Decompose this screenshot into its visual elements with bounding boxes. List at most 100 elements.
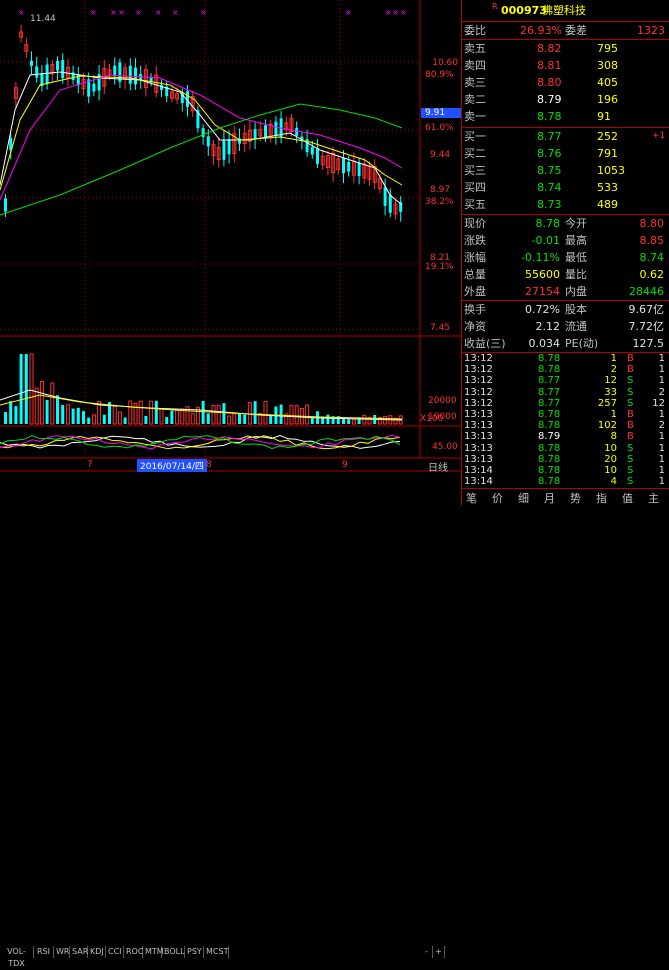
volume-bar — [305, 404, 310, 425]
finance-value: 0.72% — [525, 303, 560, 316]
indicator-tab-psy[interactable]: PSY — [185, 946, 204, 958]
volume-bar — [383, 416, 388, 425]
kline-chart-area[interactable]: × × × × × × × × × × × × 11.44 10.60 80.9% 9.44 61.0… — [0, 0, 461, 968]
month-label: 8 — [206, 460, 212, 470]
tick-side: S — [627, 465, 634, 476]
current-price-tag: 9.91 — [421, 108, 461, 118]
level-label: 卖一 — [464, 110, 486, 123]
bottom-tab[interactable]: 值 — [622, 490, 633, 506]
buy-level-row[interactable]: 买一 8.77 252 +1 — [462, 128, 669, 145]
indicator-tab-mtm[interactable]: MTM — [143, 946, 164, 958]
volume-bar — [347, 419, 351, 424]
volume-bar — [34, 387, 39, 425]
sell-level-row[interactable]: 卖三 8.80 405 — [462, 74, 669, 91]
indicator-tab-rsi[interactable]: RSI — [34, 946, 54, 958]
tick-side: B — [627, 431, 634, 443]
stat-value: 8.80 — [639, 217, 665, 230]
tick-time: 13:12 — [464, 364, 493, 376]
indicator-tab-cci[interactable]: CCI — [106, 946, 124, 958]
bottom-tab[interactable]: 月 — [544, 490, 555, 506]
pct-label: 80.9% — [425, 70, 454, 80]
sell-level-row[interactable]: 卖一 8.78 91 — [462, 108, 669, 125]
bottom-tab[interactable]: 笔 — [466, 490, 477, 506]
period-label[interactable]: 日线 — [428, 459, 448, 474]
candle-body — [222, 140, 226, 160]
tick-price: 8.78 — [538, 442, 561, 454]
tick-row: 13:13 8.78 20 S 1 — [462, 454, 669, 465]
volume-bar — [206, 413, 210, 424]
tick-side: S — [627, 442, 634, 454]
volume-bar — [342, 418, 345, 424]
volume-bar — [159, 408, 164, 425]
sell-level-row[interactable]: 卖四 8.81 308 — [462, 57, 669, 74]
price-label: 9.44 — [430, 150, 451, 160]
volume-bar — [19, 354, 23, 424]
indicator-value-label: 45.00 — [432, 442, 458, 452]
candle-body — [316, 148, 319, 164]
tick-count: 1 — [658, 476, 665, 488]
volume-bar — [232, 413, 237, 425]
bottom-tab[interactable]: 势 — [570, 490, 581, 506]
signal-marker: × — [90, 8, 97, 17]
tick-price: 8.78 — [538, 476, 561, 488]
weibi-label: 委比 — [464, 24, 486, 37]
volume-bar — [56, 395, 59, 424]
indicator-tab-boll[interactable]: BOLL — [162, 946, 185, 958]
stat-label: 量比 — [565, 268, 587, 281]
buy-level-row[interactable]: 买四 8.74 533 — [462, 179, 669, 196]
indicator-tab-kdj[interactable]: KDJ — [88, 946, 106, 958]
tick-price: 8.78 — [538, 420, 561, 432]
volume-bar — [247, 402, 252, 425]
bottom-tab[interactable]: 细 — [518, 490, 529, 506]
indicator-tab-sar[interactable]: SAR — [70, 946, 88, 958]
volume-bar — [24, 354, 28, 424]
tick-time: 13:12 — [464, 353, 493, 364]
indicator-tab-mcst[interactable]: MCST — [204, 946, 229, 958]
indicator-tab-roc[interactable]: ROC — [124, 946, 143, 958]
signal-marker: × — [200, 8, 207, 17]
zoom-out-button[interactable]: - — [421, 946, 433, 958]
tick-time: 13:13 — [464, 420, 493, 432]
finance-label: 股本 — [565, 303, 587, 316]
tick-row: 13:13 8.78 1 B 1 — [462, 409, 669, 420]
tick-price: 8.77 — [538, 375, 561, 387]
tick-volume: 10 — [604, 442, 617, 454]
candle-body — [61, 60, 65, 79]
bottom-tab[interactable]: 主 — [648, 490, 659, 506]
sell-level-row[interactable]: 卖五 8.82 795 — [462, 40, 669, 57]
volume-bar — [294, 405, 299, 425]
tick-volume: 257 — [597, 397, 617, 409]
indicator-tab-wr[interactable]: WR — [54, 946, 70, 958]
volume-bar — [91, 414, 96, 425]
volume-bar — [201, 400, 205, 424]
zoom-in-button[interactable]: + — [433, 946, 445, 958]
buy-level-row[interactable]: 买三 8.75 1053 — [462, 162, 669, 179]
candle-body — [4, 198, 7, 212]
bottom-tab[interactable]: 价 — [492, 490, 503, 506]
buy-level-row[interactable]: 买二 8.76 791 — [462, 145, 669, 162]
tick-side: B — [627, 420, 634, 432]
volume-bar — [190, 413, 195, 425]
sell-level-row[interactable]: 卖二 8.79 196 — [462, 91, 669, 108]
stat-row: 总量 55600 量比 0.62 — [462, 266, 669, 283]
candle-body — [264, 125, 267, 138]
tick-row: 13:14 8.78 10 S 1 — [462, 465, 669, 476]
signal-marker: × — [118, 8, 125, 17]
bottom-tab[interactable]: 指 — [596, 490, 607, 506]
buy-level-row[interactable]: 买五 8.73 489 — [462, 196, 669, 213]
finance-value: 0.034 — [528, 337, 561, 350]
level-price: 8.76 — [537, 147, 562, 160]
finance-row: 收益(三) 0.034 PE(动) 127.5 — [462, 335, 669, 352]
volume-bar — [14, 406, 18, 424]
tick-row: 13:12 8.78 2 B 1 — [462, 364, 669, 375]
tick-side: S — [627, 386, 634, 398]
indicator-tab-vol[interactable]: VOL-TDX — [0, 946, 34, 968]
volume-bar — [112, 405, 117, 425]
tick-count: 1 — [658, 431, 665, 443]
kline-chart[interactable]: × × × × × × × × × × × × — [0, 0, 461, 505]
volume-bar — [289, 405, 294, 425]
volume-bar — [29, 353, 34, 425]
candle-body — [92, 83, 96, 92]
level-volume: 533 — [597, 181, 618, 194]
signal-marker: × — [18, 8, 25, 17]
